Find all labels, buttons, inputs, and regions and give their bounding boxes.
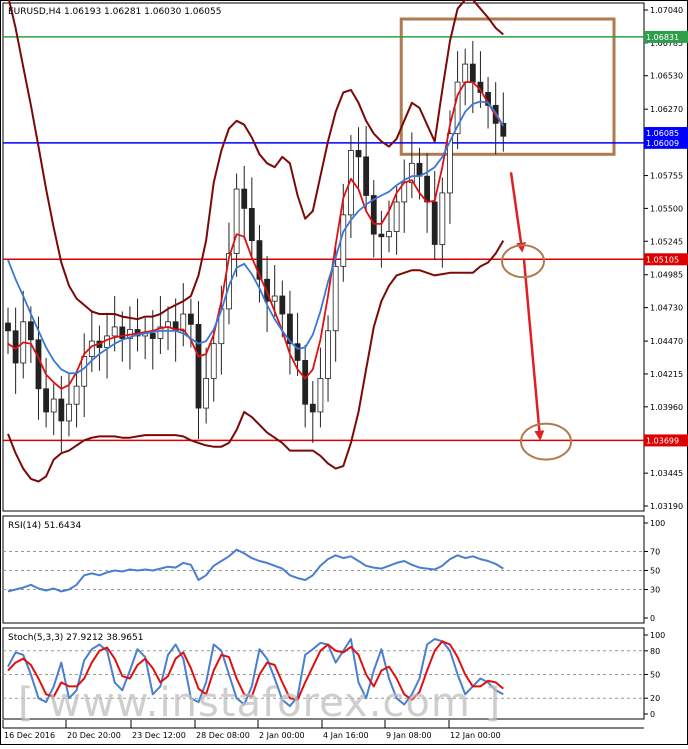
x-tick-label: 2 Jan 00:00 <box>259 731 305 740</box>
candle-body <box>439 192 446 245</box>
price-level-label: 1.03699 <box>646 436 679 445</box>
x-tick-label: 4 Jan 16:00 <box>323 731 369 740</box>
candle-body <box>233 188 240 254</box>
rsi-y-tick-label: 30 <box>650 586 660 595</box>
candle-body <box>424 175 431 203</box>
candle-body <box>195 323 202 409</box>
main-y-tick-label: 1.06530 <box>650 72 683 81</box>
candle-body <box>5 322 11 332</box>
main-y-tick-label: 1.07040 <box>650 6 683 15</box>
candle-body <box>104 335 110 348</box>
candle-body <box>469 63 476 83</box>
candle-body <box>73 385 80 405</box>
rsi-title: RSI(14) 51.6434 <box>8 521 81 531</box>
chart-header: EURUSD,H4 1.06193 1.06281 1.06030 1.0605… <box>8 7 221 17</box>
candle-body <box>363 156 370 196</box>
candle-body <box>302 360 309 405</box>
candle-body <box>378 233 385 238</box>
stoch-title: Stoch(5,3,3) 27.9212 38.9651 <box>8 633 143 643</box>
candle-body <box>248 207 255 242</box>
candle-body <box>35 339 42 390</box>
candle-body <box>203 378 210 409</box>
rsi-y-tick-label: 70 <box>650 548 660 557</box>
price-level-label: 1.05105 <box>646 255 679 264</box>
main-y-tick-label: 1.05755 <box>650 172 683 181</box>
candle-body <box>325 330 331 379</box>
main-y-tick-label: 1.06270 <box>650 105 683 114</box>
candle-body <box>149 332 156 339</box>
candle-body <box>180 313 187 332</box>
candle-body <box>386 231 392 238</box>
candle-body <box>332 265 339 332</box>
candle-body <box>81 356 88 387</box>
main-y-tick-label: 1.04215 <box>650 370 683 379</box>
x-tick-label: 23 Dec 12:00 <box>132 731 186 740</box>
candle-body <box>50 398 57 413</box>
rsi-y-tick-label: 100 <box>650 519 665 528</box>
rsi-y-tick-label: 50 <box>650 567 660 576</box>
candle-body <box>416 162 423 177</box>
stoch-y-tick-label: 100 <box>650 631 665 640</box>
main-y-tick-label: 1.03445 <box>650 469 683 478</box>
candle-body <box>66 403 72 422</box>
candle-body <box>241 188 248 209</box>
main-y-tick-label: 1.04985 <box>650 271 683 280</box>
x-tick-label: 9 Jan 08:00 <box>386 731 432 740</box>
stoch-y-tick-label: 50 <box>650 671 660 680</box>
candle-body <box>271 295 278 302</box>
main-y-tick-label: 1.04730 <box>650 304 683 313</box>
candle-body <box>393 201 400 232</box>
main-y-tick-label: 1.03190 <box>650 502 683 511</box>
candle-body <box>43 388 49 413</box>
main-y-tick-label: 1.05500 <box>650 204 683 213</box>
price-level-label: 1.06009 <box>646 139 679 148</box>
x-tick-label: 16 Dec 2016 <box>4 731 55 740</box>
x-tick-label: 20 Dec 20:00 <box>67 731 121 740</box>
chart-window: 1.070401.067851.065301.062701.060151.057… <box>0 0 688 745</box>
candle-body <box>279 295 286 315</box>
candle-body <box>210 343 217 379</box>
main-y-tick-label: 1.03960 <box>650 403 683 412</box>
stoch-y-tick-label: 80 <box>650 647 660 656</box>
chart-canvas: 1.070401.067851.065301.062701.060151.057… <box>0 0 688 745</box>
x-tick-label: 12 Jan 00:00 <box>450 731 501 740</box>
x-tick-label: 28 Dec 08:00 <box>196 731 250 740</box>
candle-body <box>111 326 118 337</box>
main-y-tick-label: 1.04470 <box>650 337 683 346</box>
candle-body <box>309 403 316 413</box>
price-level-label: 1.06831 <box>646 33 679 42</box>
candle-body <box>187 313 194 325</box>
candle-body <box>58 398 65 422</box>
rsi-y-tick-label: 0 <box>650 614 655 623</box>
stoch-y-tick-label: 0 <box>650 710 655 719</box>
candle-body <box>27 321 34 341</box>
candle-body <box>317 378 324 413</box>
candle-body <box>462 63 469 83</box>
price-level-label: 1.06085 <box>646 129 679 138</box>
candle-body <box>355 150 362 158</box>
candle-body <box>431 201 438 245</box>
stoch-y-tick-label: 20 <box>650 694 660 703</box>
main-y-tick-label: 1.05245 <box>650 237 683 246</box>
